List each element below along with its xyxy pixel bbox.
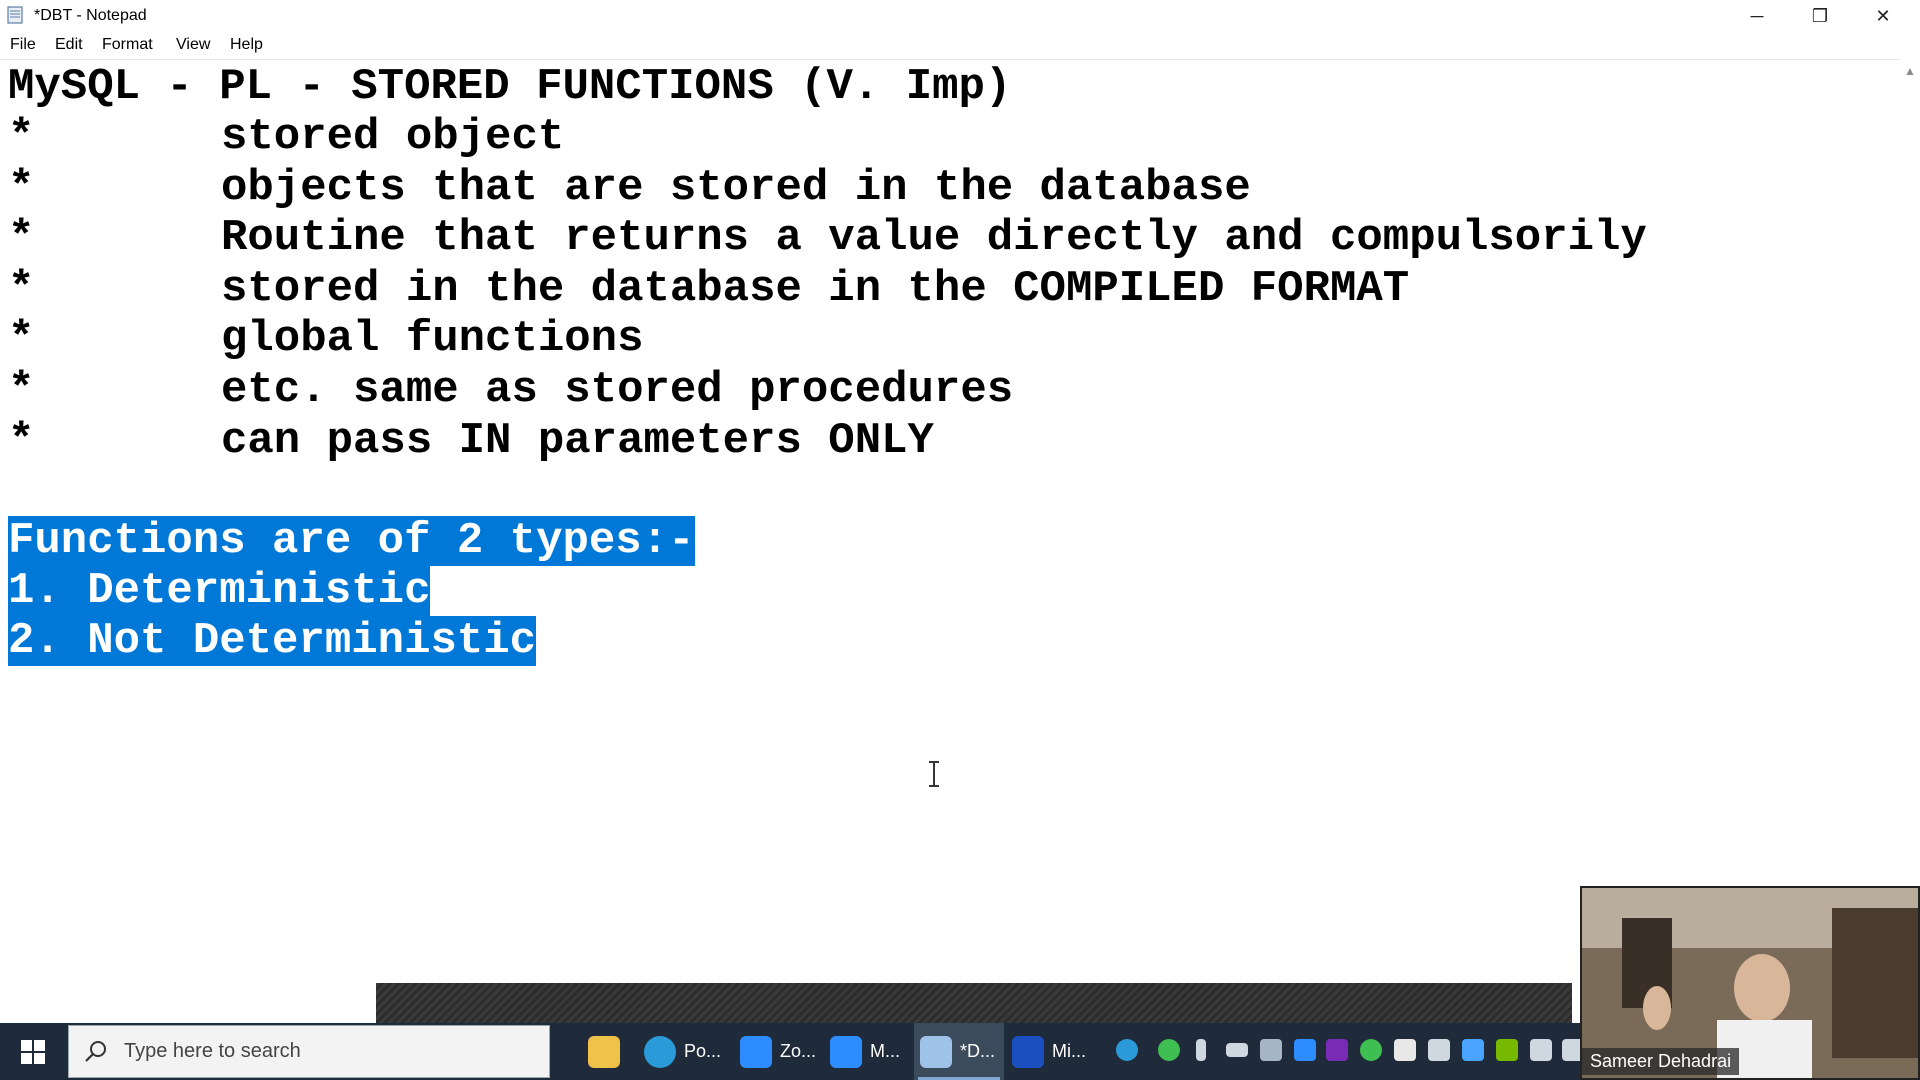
selected-line: Functions are of 2 types:- [8, 516, 695, 566]
horizontal-scrollbar[interactable] [376, 983, 1572, 1023]
bullet-line: global functions [221, 314, 644, 364]
window-title: *DBT - Notepad [34, 7, 147, 24]
menu-help[interactable]: Help [230, 36, 263, 54]
bullet-marker: * [8, 365, 35, 415]
bullet-line: etc. same as stored procedures [221, 365, 1014, 415]
bullet-line: stored in the database in the COMPILED F… [221, 264, 1410, 314]
taskbar-app-label: *D... [960, 1041, 996, 1061]
taskbar-app-zoom[interactable]: Zo... [740, 1023, 826, 1080]
minimize-button[interactable]: ─ [1726, 0, 1788, 32]
microphone-icon[interactable] [1196, 1039, 1206, 1061]
taskbar-app-zoom-meeting[interactable]: M... [830, 1023, 910, 1080]
whiteboard-icon [1012, 1035, 1044, 1068]
menu-edit[interactable]: Edit [55, 36, 83, 54]
taskbar-app-notepad[interactable]: *D... [914, 1023, 1004, 1080]
notepad-icon [7, 6, 23, 24]
taskbar-app-whiteboard[interactable]: Mi... [1012, 1023, 1098, 1080]
bullet-marker: * [8, 112, 35, 162]
heading-line: MySQL - PL - STORED FUNCTIONS (V. Imp) [8, 62, 1012, 112]
search-placeholder: Type here to search [124, 1040, 301, 1062]
search-icon [85, 1041, 106, 1062]
bullet-marker: * [8, 314, 35, 364]
bullet-line: stored object [221, 112, 565, 162]
taskbar-app-edge[interactable]: Po... [644, 1023, 730, 1080]
bullet-marker: * [8, 163, 35, 213]
edge-icon [644, 1035, 676, 1068]
taskbar-app-label: Po... [684, 1041, 722, 1061]
menu-format[interactable]: Format [102, 36, 153, 54]
file-explorer-icon [588, 1035, 620, 1068]
participant-name-label: Sameer Dehadrai [1582, 1048, 1740, 1075]
zoom-icon [740, 1035, 772, 1068]
zoom-meeting-icon [830, 1035, 862, 1068]
nvidia-icon[interactable] [1496, 1039, 1518, 1061]
selected-line: 2. Not Deterministic [8, 616, 537, 666]
notepad-icon [920, 1035, 952, 1068]
menu-view[interactable]: View [176, 36, 210, 54]
bullet-line: objects that are stored in the database [221, 163, 1251, 213]
security-icon[interactable] [1360, 1039, 1382, 1061]
taskbar-app-file-explorer[interactable] [588, 1023, 632, 1080]
bullet-marker: * [8, 213, 35, 263]
shield-icon[interactable] [1394, 1039, 1416, 1061]
taskbar-app-label: Mi... [1052, 1041, 1086, 1061]
wifi-icon[interactable] [1428, 1039, 1450, 1061]
text-cursor-icon [929, 761, 939, 787]
menu-file[interactable]: File [10, 36, 36, 54]
bullet-marker: * [8, 264, 35, 314]
taskbar-search[interactable]: Type here to search [68, 1025, 550, 1078]
check-icon[interactable] [1158, 1039, 1180, 1061]
selected-line: 1. Deterministic [8, 566, 431, 616]
taskbar-app-label: Zo... [780, 1041, 817, 1061]
zoom-tray-icon[interactable] [1294, 1039, 1316, 1061]
menu-bar: File Edit Format View Help [0, 32, 1920, 58]
text-editor[interactable]: MySQL - PL - STORED FUNCTIONS (V. Imp) *… [0, 60, 1900, 984]
scroll-up-icon[interactable]: ▲ [1904, 64, 1916, 78]
windows-logo-icon [21, 1039, 45, 1064]
maximize-button[interactable]: ❐ [1789, 0, 1851, 32]
bluetooth-icon[interactable] [1462, 1039, 1484, 1061]
vertical-scrollbar[interactable]: ▲ [1900, 60, 1920, 984]
taskbar-app-label: M... [870, 1041, 900, 1061]
help-icon[interactable] [1116, 1039, 1138, 1061]
start-button[interactable] [0, 1023, 66, 1080]
bullet-marker: * [8, 416, 35, 466]
close-button[interactable]: ✕ [1852, 0, 1914, 32]
bullet-line: can pass IN parameters ONLY [221, 416, 934, 466]
tray-app-icon[interactable] [1530, 1039, 1552, 1061]
steam-icon[interactable] [1260, 1039, 1282, 1061]
title-bar: *DBT - Notepad ─ ❐ ✕ [0, 0, 1920, 32]
bullet-line: Routine that returns a value directly an… [221, 213, 1647, 263]
battery-icon[interactable] [1226, 1043, 1248, 1057]
onenote-icon[interactable] [1326, 1039, 1348, 1061]
